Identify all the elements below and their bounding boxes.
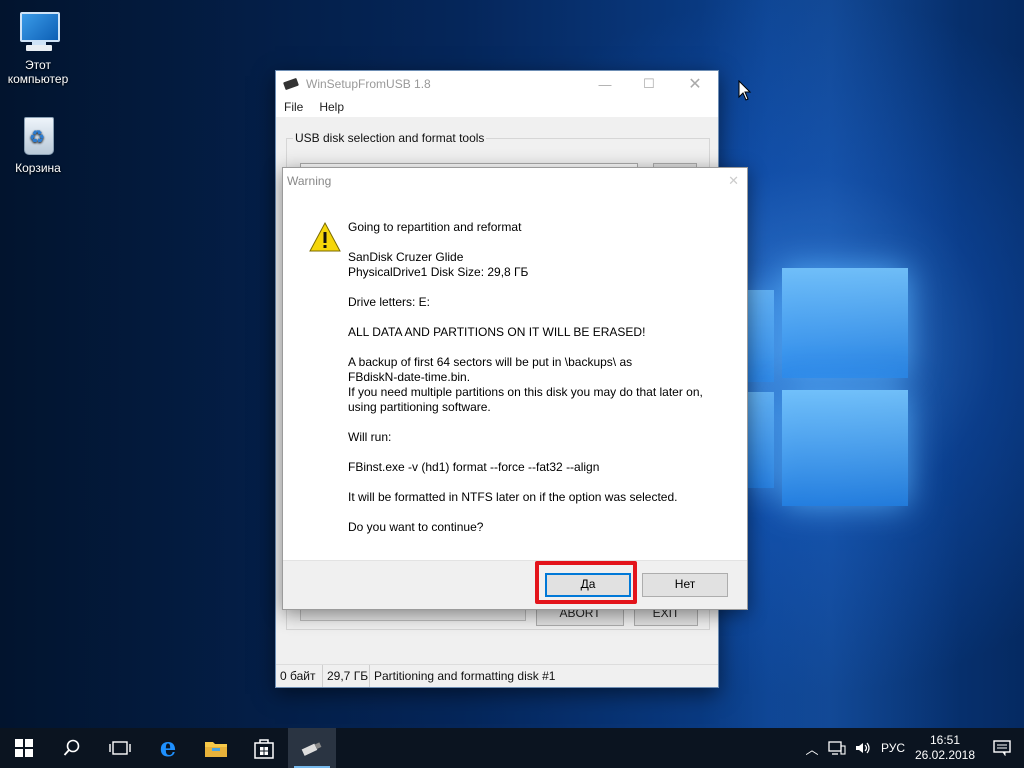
desktop-icon-label: Этот компьютер — [7, 58, 69, 86]
start-button[interactable] — [0, 728, 48, 768]
warning-icon — [309, 221, 341, 252]
desktop-icon-recycle-bin[interactable]: ♻ Корзина — [0, 113, 76, 175]
menu-help[interactable]: Help — [311, 100, 352, 114]
minimize-button[interactable]: — — [582, 71, 628, 97]
dialog-message: Going to repartition and reformat SanDis… — [348, 220, 728, 550]
message-line: Drive letters: E: — [348, 295, 431, 309]
taskbar-edge[interactable]: e — [144, 728, 192, 768]
message-line: ALL DATA AND PARTITIONS ON IT WILL BE ER… — [348, 325, 646, 339]
usb-drive-icon — [301, 742, 322, 756]
maximize-button[interactable]: ☐ — [626, 71, 672, 97]
volume-icon[interactable] — [850, 741, 876, 755]
menu-file[interactable]: File — [276, 100, 311, 114]
clock[interactable]: 16:51 26.02.2018 — [910, 733, 980, 763]
status-disk-size: 29,7 ГБ — [323, 665, 370, 687]
windows-logo-wallpaper — [748, 262, 918, 532]
window-titlebar[interactable]: WinSetupFromUSB 1.8 — ☐ ✕ — [276, 71, 718, 97]
system-tray: ︿ РУС 16:51 26.02.2018 — [800, 728, 1024, 768]
task-view-button[interactable] — [96, 728, 144, 768]
desktop-icon-label: Корзина — [15, 161, 61, 175]
group-label: USB disk selection and format tools — [293, 131, 487, 145]
edge-browser-icon: e — [159, 733, 177, 763]
task-view-icon — [109, 741, 131, 755]
folder-icon — [205, 742, 227, 757]
yes-button-highlight — [535, 561, 637, 604]
menu-bar: File Help — [276, 97, 718, 117]
message-line: It will be formatted in NTFS later on if… — [348, 490, 678, 504]
store-bag-icon — [254, 739, 274, 759]
windows-start-icon — [15, 739, 33, 757]
show-hidden-icons-chevron-icon[interactable]: ︿ — [800, 739, 824, 758]
computer-icon — [16, 10, 60, 54]
message-line: Going to repartition and reformat — [348, 220, 522, 234]
search-icon — [63, 739, 80, 756]
usb-drive-icon — [283, 77, 299, 91]
taskbar-winsetupfromusb[interactable] — [288, 728, 336, 768]
clock-time: 16:51 — [929, 733, 961, 747]
dialog-button-row: Да Нет — [283, 560, 747, 609]
message-line: Do you want to continue? — [348, 520, 484, 534]
message-line: SanDisk Cruzer Glide PhysicalDrive1 Disk… — [348, 250, 529, 279]
desktop-icon-this-pc[interactable]: Этот компьютер — [0, 10, 76, 86]
window-title: WinSetupFromUSB 1.8 — [306, 77, 431, 91]
language-indicator[interactable]: РУС — [876, 741, 910, 755]
taskbar-store[interactable] — [240, 728, 288, 768]
clock-date: 26.02.2018 — [914, 748, 976, 762]
status-message: Partitioning and formatting disk #1 — [374, 669, 556, 683]
no-button[interactable]: Нет — [642, 573, 728, 597]
action-center-icon[interactable] — [980, 740, 1024, 756]
network-icon[interactable] — [824, 741, 850, 755]
message-line: A backup of first 64 sectors will be put… — [348, 355, 703, 414]
dialog-close-icon[interactable]: ✕ — [728, 168, 739, 194]
dialog-titlebar[interactable]: Warning ✕ — [283, 168, 747, 194]
recycle-bin-icon: ♻ — [16, 113, 60, 157]
search-button[interactable] — [48, 728, 96, 768]
taskbar: e ︿ РУС 16:51 26.02.2018 — [0, 728, 1024, 768]
dialog-title: Warning — [287, 174, 332, 188]
status-bar: 0 байт 29,7 ГБ Partitioning and formatti… — [276, 664, 718, 687]
close-button[interactable]: ✕ — [672, 71, 718, 97]
message-line: FBinst.exe -v (hd1) format --force --fat… — [348, 460, 600, 474]
message-line: Will run: — [348, 430, 392, 444]
status-free-space: 0 байт — [276, 665, 323, 687]
warning-dialog: Warning ✕ Going to repartition and refor… — [282, 167, 748, 610]
mouse-cursor-icon — [738, 80, 752, 101]
taskbar-file-explorer[interactable] — [192, 728, 240, 768]
